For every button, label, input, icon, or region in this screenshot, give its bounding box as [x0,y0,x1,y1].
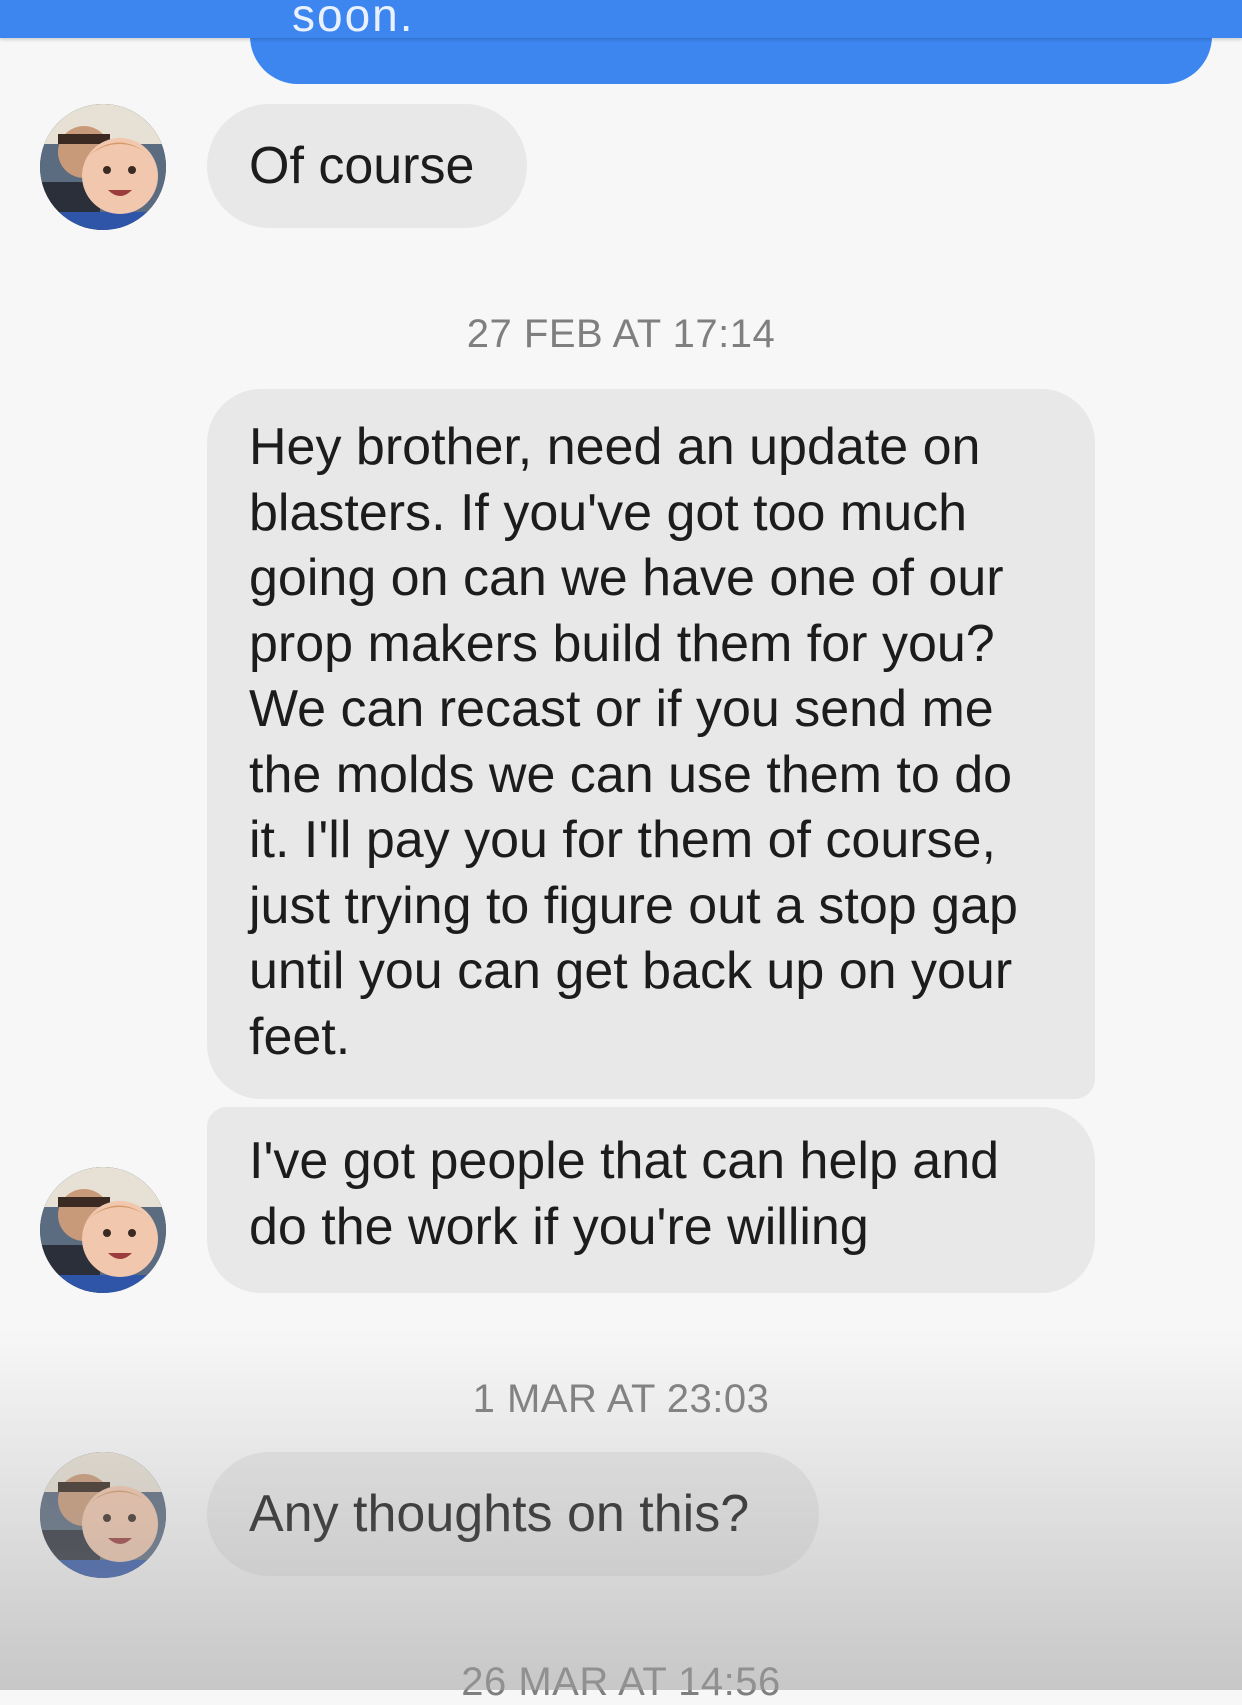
contact-avatar[interactable] [40,1452,166,1578]
outgoing-message-text: soon. [292,0,415,41]
message-text: Of course [249,137,475,195]
timestamp: 27 FEB AT 17:14 [466,312,776,356]
avatar-photo-icon [40,1452,166,1578]
timestamp: 26 MAR AT 14:56 [461,1660,781,1704]
avatar-photo-icon [40,1167,166,1293]
timestamp: 1 MAR AT 23:03 [472,1377,770,1421]
message-text: I've got people that can help and do the… [249,1132,1000,1256]
message-bubble[interactable]: Hey brother, need an update on blasters.… [207,389,1095,1099]
contact-avatar[interactable] [40,1167,166,1293]
message-bubble[interactable]: Any thoughts on this? [207,1452,819,1576]
message-bubble[interactable]: I've got people that can help and do the… [207,1107,1095,1293]
avatar-photo-icon [40,104,166,230]
message-bubble[interactable]: Of course [207,104,527,228]
contact-avatar[interactable] [40,104,166,230]
message-text: Any thoughts on this? [249,1485,750,1543]
message-text: Hey brother, need an update on blasters.… [249,418,1018,1066]
chat-header-bar [0,0,1242,38]
